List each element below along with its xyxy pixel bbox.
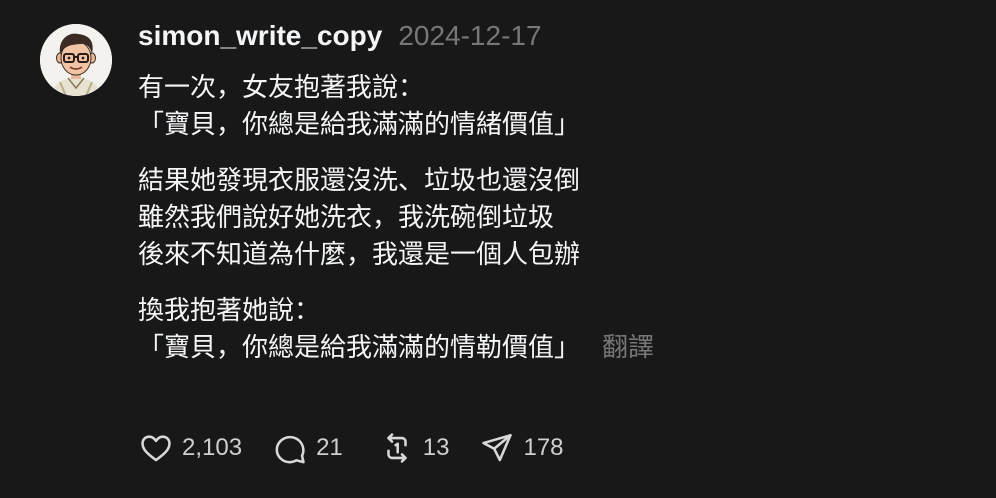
action-bar: 2,103 21 13 178 xyxy=(138,428,594,468)
like-button[interactable]: 2,103 xyxy=(138,430,242,466)
post-header: simon_write_copy 2024-12-17 xyxy=(138,20,976,58)
text-line: 結果她發現衣服還沒洗、垃圾也還沒倒 xyxy=(138,166,581,196)
paragraph-1: 有一次，女友抱著我說： 「寶貝，你總是給我滿滿的情緒價值」 xyxy=(138,70,976,144)
like-count: 2,103 xyxy=(182,434,243,461)
repost-button[interactable]: 13 xyxy=(379,430,450,466)
post-content: simon_write_copy 2024-12-17 有一次，女友抱著我說： … xyxy=(138,20,976,386)
repost-count: 13 xyxy=(422,434,450,461)
thread-post: simon_write_copy 2024-12-17 有一次，女友抱著我說： … xyxy=(0,0,996,498)
avatar-illustration xyxy=(40,24,112,96)
text-line: 雖然我們說好她洗衣，我洗碗倒垃圾 xyxy=(138,203,555,233)
text-line: 有一次，女友抱著我說： xyxy=(138,73,425,103)
comment-button[interactable]: 21 xyxy=(272,430,343,466)
avatar[interactable] xyxy=(40,24,112,96)
send-icon xyxy=(479,430,515,466)
text-line: 「寶貝，你總是給我滿滿的情勒價值」 xyxy=(138,333,581,363)
text-line: 後來不知道為什麼，我還是一個人包辦 xyxy=(138,240,581,270)
paragraph-3: 換我抱著她說： 「寶貝，你總是給我滿滿的情勒價值」 翻譯 xyxy=(138,293,976,367)
share-count: 178 xyxy=(523,434,564,461)
text-line: 「寶貝，你總是給我滿滿的情緒價值」 xyxy=(138,110,581,140)
paragraph-2: 結果她發現衣服還沒洗、垃圾也還沒倒 雖然我們說好她洗衣，我洗碗倒垃圾 後來不知道… xyxy=(138,163,976,274)
comment-count: 21 xyxy=(316,434,343,461)
username-link[interactable]: simon_write_copy xyxy=(138,20,382,52)
text-line: 換我抱著她說： xyxy=(138,296,321,326)
repost-icon xyxy=(379,430,415,466)
text-line-with-translate: 「寶貝，你總是給我滿滿的情勒價值」 翻譯 xyxy=(138,330,976,367)
share-button[interactable]: 178 xyxy=(479,430,564,466)
translate-link[interactable]: 翻譯 xyxy=(602,333,654,363)
post-date[interactable]: 2024-12-17 xyxy=(398,20,541,52)
comment-icon xyxy=(272,430,308,466)
heart-icon xyxy=(138,430,174,466)
post-body: 有一次，女友抱著我說： 「寶貝，你總是給我滿滿的情緒價值」 結果她發現衣服還沒洗… xyxy=(138,70,976,367)
